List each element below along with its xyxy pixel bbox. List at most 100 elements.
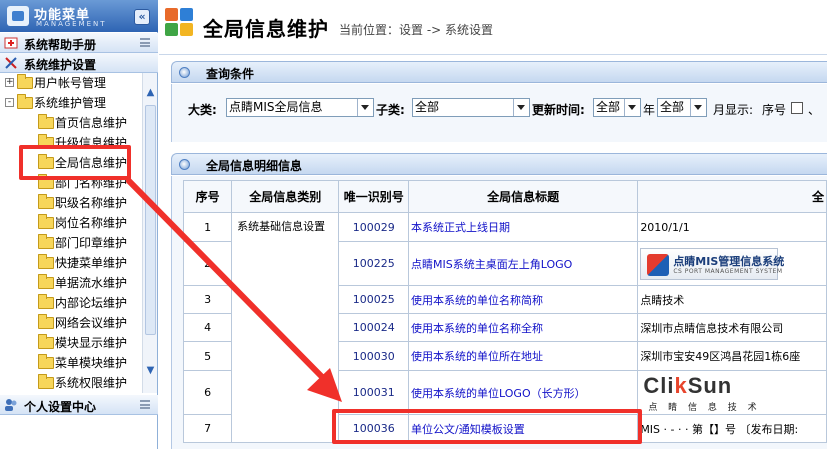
tree-item-department-seal[interactable]: 部门印章维护 bbox=[0, 233, 142, 253]
row-number: 7 bbox=[182, 414, 233, 443]
sidebar-header: 功能菜单 MANAGEMENT « bbox=[0, 0, 158, 32]
tree-label: 岗位名称维护 bbox=[55, 216, 128, 230]
tree-item-document-serial[interactable]: 单据流水维护 bbox=[0, 273, 142, 293]
scroll-thumb[interactable] bbox=[145, 105, 156, 335]
row-number: 6 bbox=[182, 370, 233, 415]
sidebar-scrollbar[interactable]: ▲ ▼ bbox=[142, 73, 157, 393]
tree-item-system-permissions[interactable]: 系统权限维护 bbox=[0, 373, 142, 393]
mis-logo-badge-icon bbox=[647, 253, 670, 276]
row-number: 1 bbox=[182, 212, 233, 242]
subcategory-select-value: 全部 bbox=[415, 100, 440, 114]
section-label: 个人设置中心 bbox=[24, 400, 97, 414]
table-header-row: 序号 全局信息类别 唯一识别号 全局信息标题 全 bbox=[182, 180, 827, 213]
dropdown-arrow-icon[interactable] bbox=[357, 99, 373, 116]
query-trailing-text: 、 bbox=[808, 103, 821, 117]
section-help-manual[interactable]: 系统帮助手册 bbox=[0, 33, 158, 53]
tree-label: 菜单模块维护 bbox=[55, 356, 128, 370]
tree-item-internal-forum[interactable]: 内部论坛维护 bbox=[0, 293, 142, 313]
category-label: 大类: bbox=[188, 103, 217, 117]
highlight-template-row bbox=[332, 409, 642, 444]
tools-icon bbox=[5, 57, 17, 69]
collapse-sidebar-button[interactable]: « bbox=[134, 9, 150, 25]
year-unit: 年 bbox=[643, 103, 656, 117]
tree-label: 内部论坛维护 bbox=[55, 296, 128, 310]
row-id: 100225 bbox=[338, 241, 410, 286]
update-time-label: 更新时间: bbox=[532, 103, 585, 117]
tree-item-shortcut-menu[interactable]: 快捷菜单维护 bbox=[0, 253, 142, 273]
folder-icon bbox=[38, 254, 54, 269]
page-title: 全局信息维护 bbox=[203, 17, 329, 41]
section-personal-settings[interactable]: 个人设置中心 bbox=[0, 395, 158, 415]
category-select[interactable]: 点睛MIS全局信息 bbox=[226, 98, 374, 117]
column-header[interactable]: 全局信息类别 bbox=[231, 180, 340, 213]
detail-panel-title: 全局信息明细信息 bbox=[206, 159, 303, 173]
column-header[interactable]: 唯一识别号 bbox=[338, 180, 410, 213]
row-value: MIS · - · · 第【】号 〔发布日期: bbox=[637, 414, 827, 443]
tree-item-module-display[interactable]: 模块显示维护 bbox=[0, 333, 142, 353]
table-row[interactable]: 1 系统基础信息设置 100029 本系统正式上线日期 2010/1/1 bbox=[182, 212, 827, 443]
month-select[interactable]: 全部 bbox=[657, 98, 707, 117]
row-id: 100031 bbox=[338, 370, 410, 415]
row-title-link[interactable]: 使用本系统的单位名称简称 bbox=[408, 285, 639, 314]
section-toggle-icon[interactable] bbox=[140, 38, 150, 47]
tree-label: 模块显示维护 bbox=[55, 336, 128, 350]
query-panel-title: 查询条件 bbox=[206, 67, 255, 81]
row-id: 100029 bbox=[338, 212, 410, 242]
dropdown-arrow-icon[interactable] bbox=[513, 99, 529, 116]
row-title-link[interactable]: 使用本系统的单位所在地址 bbox=[408, 341, 639, 371]
tree-label: 网络会议维护 bbox=[55, 316, 128, 330]
tree-item-menu-module[interactable]: 菜单模块维护 bbox=[0, 353, 142, 373]
section-toggle-icon[interactable] bbox=[140, 400, 150, 409]
row-id: 100030 bbox=[338, 341, 410, 371]
folder-icon bbox=[38, 214, 54, 229]
row-number: 2 bbox=[182, 241, 233, 286]
menu-tree: + 用户帐号管理 - 系统维护管理 首页信息维护 升级信息维护 全局信息维护 部… bbox=[0, 73, 142, 393]
expand-icon[interactable]: + bbox=[5, 78, 14, 87]
folder-icon bbox=[38, 114, 54, 129]
column-header[interactable]: 全局信息标题 bbox=[408, 180, 639, 213]
folder-icon bbox=[17, 74, 33, 89]
collapse-icon[interactable]: - bbox=[5, 98, 14, 107]
year-select[interactable]: 全部 bbox=[593, 98, 641, 117]
app-grid-icon bbox=[165, 8, 195, 40]
folder-icon bbox=[38, 314, 54, 329]
tree-label: 首页信息维护 bbox=[55, 116, 128, 130]
column-header[interactable]: 全 bbox=[637, 180, 827, 213]
dropdown-arrow-icon[interactable] bbox=[690, 99, 706, 116]
row-title-link[interactable]: 点睛MIS系统主桌面左上角LOGO bbox=[408, 241, 639, 286]
row-title-link[interactable]: 本系统正式上线日期 bbox=[408, 212, 639, 242]
column-header[interactable]: 序号 bbox=[182, 180, 233, 213]
query-panel-header: 查询条件 bbox=[171, 61, 827, 83]
scroll-up-icon[interactable]: ▲ bbox=[145, 87, 156, 98]
page-header: 全局信息维护 当前位置：设置 -> 系统设置 bbox=[159, 0, 827, 55]
folder-open-icon bbox=[17, 94, 33, 109]
row-title-link[interactable]: 使用本系统的单位名称全称 bbox=[408, 313, 639, 342]
tree-label: 系统权限维护 bbox=[55, 376, 128, 390]
tree-item-position-name[interactable]: 岗位名称维护 bbox=[0, 213, 142, 233]
folder-icon bbox=[38, 374, 54, 389]
tree-group-system-maintenance[interactable]: - 系统维护管理 bbox=[0, 93, 142, 113]
query-panel: 大类: 点睛MIS全局信息 子类: 全部 更新时间: 全部 年 全部 月显示: … bbox=[171, 84, 827, 142]
serial-checkbox[interactable] bbox=[791, 102, 803, 114]
folder-icon bbox=[38, 334, 54, 349]
mis-logo-text: 点睛MIS管理信息系统 bbox=[673, 254, 785, 268]
tree-group-user-accounts[interactable]: + 用户帐号管理 bbox=[0, 73, 142, 93]
category-cell: 系统基础信息设置 bbox=[231, 212, 340, 443]
month-select-value: 全部 bbox=[660, 100, 685, 114]
scroll-down-icon[interactable]: ▼ bbox=[145, 365, 156, 376]
detail-panel-header: 全局信息明细信息 bbox=[171, 153, 827, 175]
dropdown-arrow-icon[interactable] bbox=[624, 99, 640, 116]
row-number: 4 bbox=[182, 313, 233, 342]
folder-icon bbox=[38, 234, 54, 249]
subcategory-select[interactable]: 全部 bbox=[412, 98, 530, 117]
tree-item-rank-name[interactable]: 职级名称维护 bbox=[0, 193, 142, 213]
section-system-maintenance[interactable]: 系统维护设置 bbox=[0, 53, 158, 73]
section-label: 系统帮助手册 bbox=[24, 38, 97, 52]
tree-label: 职级名称维护 bbox=[55, 196, 128, 210]
tree-item-homepage-info[interactable]: 首页信息维护 bbox=[0, 113, 142, 133]
row-title-link[interactable]: 使用本系统的单位LOGO（长方形） bbox=[408, 370, 639, 415]
row-number: 3 bbox=[182, 285, 233, 314]
tree-item-web-meeting[interactable]: 网络会议维护 bbox=[0, 313, 142, 333]
clicksun-logo-image: ClikSun 点 睛 信 息 技 术 bbox=[640, 373, 780, 413]
month-display-label: 月显示: bbox=[713, 103, 754, 117]
